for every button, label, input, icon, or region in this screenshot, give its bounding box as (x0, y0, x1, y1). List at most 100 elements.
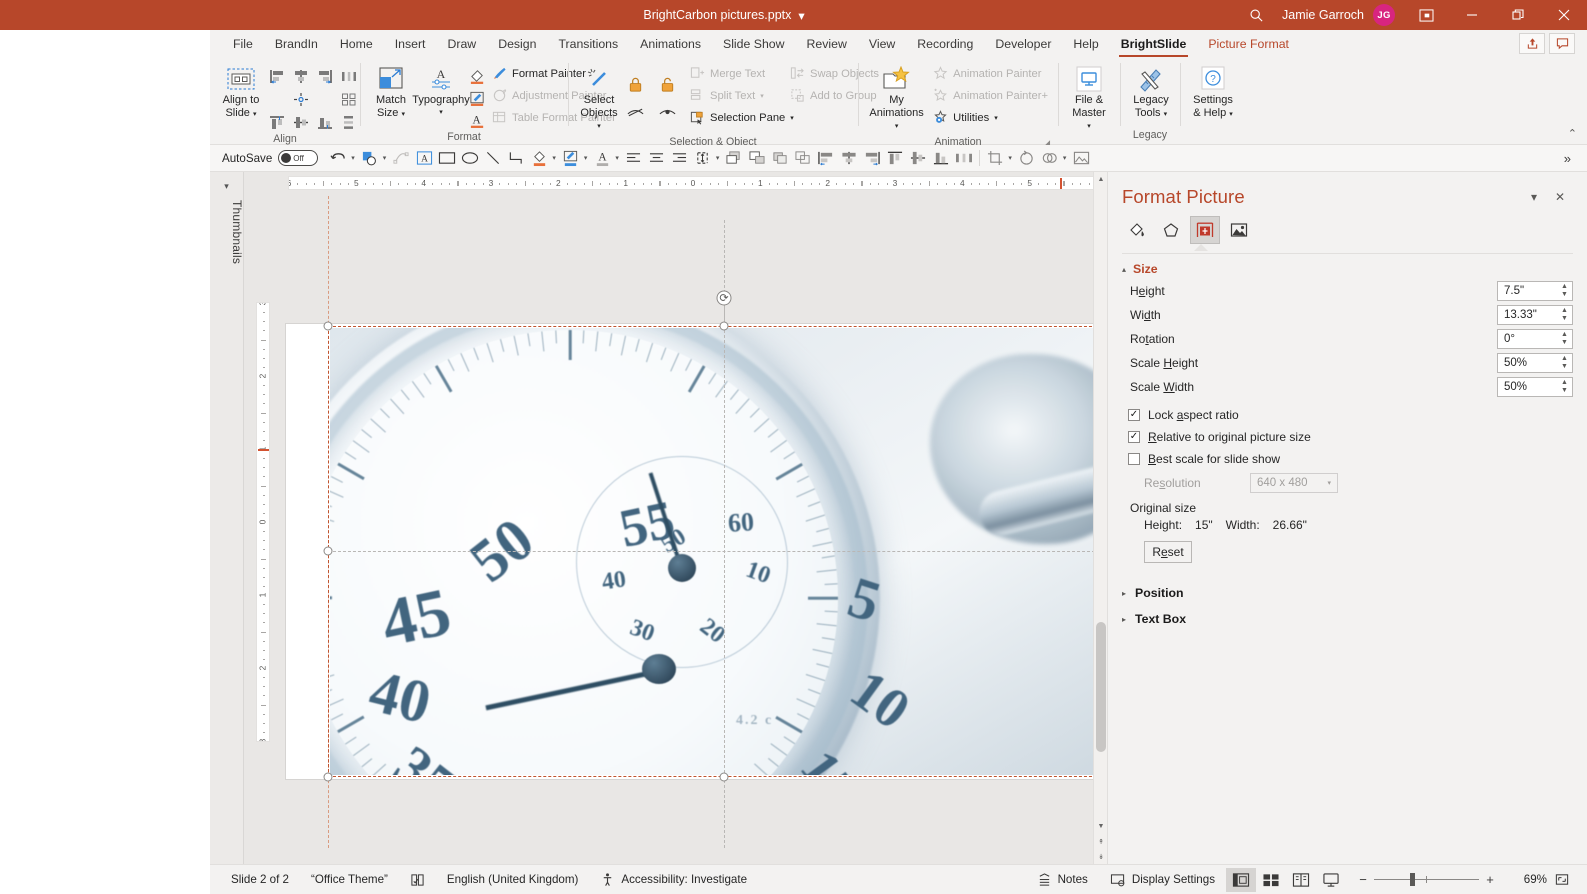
crop-icon[interactable] (984, 147, 1006, 169)
width-stepper[interactable]: ▲▼ (1557, 306, 1572, 324)
align-middle-qat-icon[interactable] (907, 147, 929, 169)
rotate-handle-icon[interactable]: ⟳ (717, 291, 732, 306)
align-to-slide-button[interactable]: Align to Slide ▾ (216, 62, 266, 123)
scroll-up-icon[interactable]: ▲ (1094, 172, 1108, 187)
scale-height-field[interactable]: 50% ▲▼ (1497, 353, 1573, 373)
align-bottom-qat-icon[interactable] (930, 147, 952, 169)
my-animations-button[interactable]: My Animations ▾ (864, 62, 929, 136)
thumbnails-pane[interactable]: ▾ Thumbnails (210, 172, 244, 864)
font-color-dropdown-icon[interactable]: ▾ (614, 154, 622, 162)
adjustment-painter-icon[interactable] (466, 88, 488, 109)
selection-handle-top-left[interactable] (324, 322, 333, 331)
chevron-down-icon[interactable]: ▾ (224, 181, 229, 192)
tab-slide-show[interactable]: Slide Show (712, 33, 796, 55)
tab-draw[interactable]: Draw (436, 33, 487, 55)
shape-fill-icon[interactable] (528, 147, 550, 169)
zoom-slider[interactable]: − + (1346, 872, 1507, 887)
autosave-toggle[interactable]: Off (278, 150, 318, 166)
search-icon[interactable] (1238, 2, 1274, 28)
grid-arrange-icon[interactable] (338, 89, 360, 110)
tab-insert[interactable]: Insert (384, 33, 437, 55)
selection-pane-button[interactable]: Selection Pane ▾ (686, 107, 883, 128)
rotation-stepper[interactable]: ▲▼ (1557, 330, 1572, 348)
document-title[interactable]: BrightCarbon pictures.pptx ▾ (643, 8, 804, 23)
spellcheck-icon[interactable] (399, 868, 436, 892)
undo-icon[interactable] (327, 147, 349, 169)
align-left-icon[interactable] (266, 66, 288, 87)
zoom-knob[interactable] (1410, 873, 1415, 886)
accessibility-status[interactable]: Accessibility: Investigate (589, 868, 758, 892)
align-center-horizontal-icon[interactable] (290, 66, 312, 87)
lock-aspect-ratio-checkbox[interactable]: ✓ (1128, 409, 1140, 421)
elbow-connector-icon[interactable] (505, 147, 527, 169)
scale-height-stepper[interactable]: ▲▼ (1557, 354, 1572, 372)
align-text-right-icon[interactable] (669, 147, 691, 169)
display-settings-button[interactable]: Display Settings (1099, 868, 1226, 892)
pane-close-icon[interactable]: ✕ (1547, 186, 1573, 208)
selection-handle-middle-left[interactable] (324, 547, 333, 556)
tab-home[interactable]: Home (329, 33, 384, 55)
zoom-track[interactable] (1374, 879, 1479, 881)
horizontal-ruler[interactable]: 6543210123456 (288, 176, 1098, 190)
scrollbar-thumb[interactable] (1096, 622, 1106, 752)
vertical-scrollbar[interactable]: ▲ ▼ ↟ ↡ (1093, 172, 1107, 864)
tab-file[interactable]: File (222, 33, 264, 55)
rectangle-icon[interactable] (436, 147, 458, 169)
size-section-header[interactable]: ▴ Size (1108, 254, 1587, 279)
rotation-field[interactable]: 0° ▲▼ (1497, 329, 1573, 349)
line-icon[interactable] (482, 147, 504, 169)
tab-recording[interactable]: Recording (906, 33, 984, 55)
file-and-master-button[interactable]: File & Master ▾ (1064, 62, 1114, 136)
textbox-section-header[interactable]: ▸ Text Box (1108, 603, 1587, 629)
align-top-qat-icon[interactable] (884, 147, 906, 169)
picture-tab[interactable] (1224, 216, 1254, 244)
slide-show-button[interactable] (1316, 868, 1346, 892)
lock-aspect-ratio-row[interactable]: ✓ Lock aspect ratio (1108, 404, 1587, 426)
merge-shapes-icon[interactable] (1039, 147, 1061, 169)
shapes-dropdown-icon[interactable]: ▾ (382, 154, 390, 162)
comments-icon[interactable] (1549, 33, 1575, 54)
table-format-painter-icon[interactable]: A (466, 110, 488, 131)
utilities-button[interactable]: Utilities ▾ (929, 107, 1052, 128)
align-text-center-icon[interactable] (646, 147, 668, 169)
undo-dropdown-icon[interactable]: ▾ (350, 154, 358, 162)
tab-developer[interactable]: Developer (984, 33, 1062, 55)
hide-icon[interactable] (624, 101, 646, 122)
tab-brightslide[interactable]: BrightSlide (1110, 33, 1198, 55)
account-button[interactable]: Jamie Garroch JG (1274, 4, 1403, 26)
width-field[interactable]: 13.33" ▲▼ (1497, 305, 1573, 325)
scale-width-field[interactable]: 50% ▲▼ (1497, 377, 1573, 397)
previous-slide-icon[interactable]: ↟ (1094, 834, 1108, 849)
position-section-header[interactable]: ▸ Position (1108, 577, 1587, 603)
bring-forward-icon[interactable] (723, 147, 745, 169)
align-text-left-icon[interactable] (623, 147, 645, 169)
unlock-icon[interactable] (656, 74, 678, 95)
transform-icon[interactable] (390, 147, 412, 169)
distribute-horizontal-icon[interactable] (338, 66, 360, 87)
restore-button[interactable] (1495, 0, 1541, 30)
tab-design[interactable]: Design (487, 33, 547, 55)
text-direction-icon[interactable] (692, 147, 714, 169)
theme-name[interactable]: “Office Theme” (300, 868, 399, 892)
text-direction-dropdown-icon[interactable]: ▾ (715, 154, 723, 162)
ribbon-display-options-icon[interactable] (1403, 0, 1449, 30)
reset-button[interactable]: Reset (1144, 541, 1192, 563)
language-indicator[interactable]: English (United Kingdom) (436, 868, 589, 892)
tab-picture-format[interactable]: Picture Format (1197, 33, 1300, 55)
effects-tab[interactable] (1156, 216, 1186, 244)
tab-help[interactable]: Help (1062, 33, 1109, 55)
slide-sorter-button[interactable] (1256, 868, 1286, 892)
pane-options-icon[interactable]: ▾ (1521, 186, 1547, 208)
tab-transitions[interactable]: Transitions (547, 33, 629, 55)
font-color-icon[interactable]: A (591, 147, 613, 169)
zoom-out-button[interactable]: − (1352, 872, 1374, 887)
close-button[interactable] (1541, 0, 1587, 30)
vertical-ruler[interactable]: 3210123 (256, 302, 270, 742)
align-middle-icon[interactable] (290, 112, 312, 133)
best-scale-checkbox[interactable] (1128, 453, 1140, 465)
crop-dropdown-icon[interactable]: ▾ (1007, 154, 1015, 162)
rotate-icon[interactable] (1016, 147, 1038, 169)
oval-icon[interactable] (459, 147, 481, 169)
reading-view-button[interactable] (1286, 868, 1316, 892)
match-size-button[interactable]: Match Size ▾ (366, 62, 416, 123)
